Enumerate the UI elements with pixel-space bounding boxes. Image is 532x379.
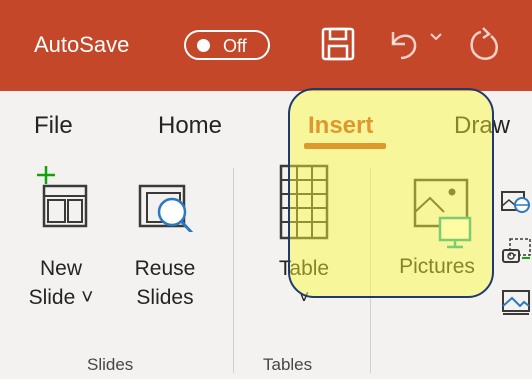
- tab-home[interactable]: Home: [158, 111, 222, 141]
- online-pictures-icon[interactable]: [500, 188, 532, 219]
- autosave-state: Off: [223, 36, 247, 56]
- photo-album-icon[interactable]: [500, 288, 532, 321]
- reuse-slides-label-1: Reuse: [134, 257, 196, 280]
- new-slide-label-2: Slide ˅: [28, 286, 94, 309]
- redo-icon[interactable]: [463, 24, 507, 73]
- group-label-slides: Slides: [87, 355, 134, 374]
- save-icon[interactable]: [320, 26, 356, 67]
- toggle-knob: [197, 39, 210, 52]
- autosave-label: AutoSave: [34, 32, 130, 57]
- undo-icon[interactable]: [383, 24, 423, 69]
- title-bar: AutoSave Off: [0, 0, 532, 91]
- new-slide-button[interactable]: New Slide ˅: [18, 160, 104, 312]
- group-label-tables: Tables: [263, 355, 313, 374]
- reuse-slides-label-2: Slides: [136, 286, 194, 309]
- undo-dropdown-icon[interactable]: [429, 30, 443, 49]
- highlight-callout: [288, 88, 494, 298]
- autosave-toggle[interactable]: Off: [184, 30, 270, 60]
- reuse-slides-icon: [138, 184, 194, 232]
- new-slide-label-1: New: [39, 257, 82, 280]
- tab-file[interactable]: File: [34, 111, 73, 141]
- new-slide-icon: [37, 166, 88, 228]
- group-separator: [233, 168, 234, 373]
- reuse-slides-button[interactable]: Reuse Slides: [120, 160, 210, 312]
- screenshot-icon[interactable]: [500, 236, 532, 273]
